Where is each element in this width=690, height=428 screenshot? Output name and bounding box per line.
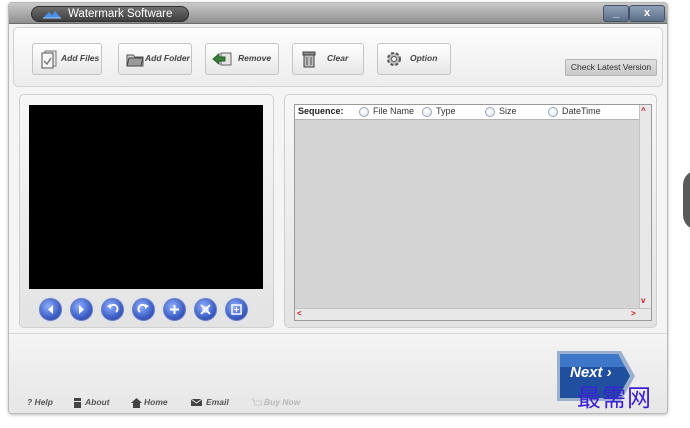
email-icon xyxy=(191,398,202,406)
logo-icon xyxy=(43,11,61,19)
rotate-right-button[interactable] xyxy=(132,298,155,321)
window-title: Watermark Software xyxy=(68,8,173,20)
sort-by-type-radio[interactable] xyxy=(422,107,432,117)
gear-icon xyxy=(387,52,401,66)
buy-now-label: Buy Now xyxy=(264,397,301,407)
close-button[interactable]: x xyxy=(629,5,665,22)
option-label: Option xyxy=(410,53,438,63)
rotate-left-button[interactable] xyxy=(101,298,124,321)
toolbar: Add Files Add Folder Remove Clear Option… xyxy=(13,27,663,87)
minimize-button[interactable]: _ xyxy=(603,5,629,22)
trash-icon xyxy=(302,51,316,68)
side-circle xyxy=(683,170,690,230)
sequence-bar: Sequence: File Name Type Size DateTime xyxy=(295,105,639,120)
sort-by-size-radio[interactable] xyxy=(485,107,495,117)
watermark-text: 最需网 xyxy=(577,384,652,412)
preview-panel xyxy=(19,94,274,328)
footer: Next › ? Help About Home Email Buy Now xyxy=(9,333,667,413)
remove-button[interactable]: Remove xyxy=(205,43,279,75)
next-image-button[interactable] xyxy=(70,298,93,321)
rotate-right-icon xyxy=(137,303,149,313)
email-link[interactable]: Email xyxy=(191,397,235,409)
buy-now-link[interactable]: Buy Now xyxy=(251,397,301,409)
about-link[interactable]: About xyxy=(73,397,119,409)
file-list[interactable]: Sequence: File Name Type Size DateTime ^… xyxy=(294,104,652,321)
rotate-left-icon xyxy=(107,303,119,313)
email-label: Email xyxy=(206,397,229,407)
file-list-panel: Sequence: File Name Type Size DateTime ^… xyxy=(284,94,657,328)
about-icon xyxy=(74,398,81,408)
title-bar[interactable]: Watermark Software _ x xyxy=(9,3,667,24)
sequence-label: Sequence: xyxy=(298,106,344,116)
add-folder-label: Add Folder xyxy=(145,53,190,63)
preview-screen xyxy=(29,105,263,289)
sort-by-datetime-label: DateTime xyxy=(562,106,601,116)
home-icon xyxy=(131,398,142,408)
zoom-in-button[interactable] xyxy=(163,298,186,321)
previous-button[interactable] xyxy=(39,298,62,321)
scroll-down-icon[interactable]: v xyxy=(641,297,645,305)
horizontal-scrollbar[interactable]: < > xyxy=(295,308,651,320)
sort-by-file-name-label: File Name xyxy=(373,106,415,116)
arrow-left-icon xyxy=(48,305,53,314)
check-latest-version-button[interactable]: Check Latest Version xyxy=(565,59,657,76)
fit-icon xyxy=(231,304,242,315)
home-link[interactable]: Home xyxy=(131,397,175,409)
option-button[interactable]: Option xyxy=(377,43,451,75)
actual-size-icon xyxy=(200,304,211,315)
about-label: About xyxy=(85,397,110,407)
clear-button[interactable]: Clear xyxy=(292,43,364,75)
title-pill: Watermark Software xyxy=(31,6,189,22)
clear-label: Clear xyxy=(327,53,349,63)
zoom-in-icon xyxy=(170,305,179,314)
fit-button[interactable] xyxy=(225,298,248,321)
add-files-label: Add Files xyxy=(61,53,100,63)
add-folder-button[interactable]: Add Folder xyxy=(118,43,192,75)
add-file-icon xyxy=(41,50,57,69)
sort-by-datetime-radio[interactable] xyxy=(548,107,558,117)
vertical-scrollbar[interactable]: ^ v xyxy=(639,105,651,308)
help-label: ? Help xyxy=(27,397,53,407)
scroll-up-icon[interactable]: ^ xyxy=(641,107,646,115)
app-window: Watermark Software _ x Add Files Add Fol… xyxy=(8,2,668,414)
sort-by-size-label: Size xyxy=(499,106,517,116)
help-link[interactable]: ? Help xyxy=(27,397,61,409)
add-files-button[interactable]: Add Files xyxy=(32,43,102,75)
arrow-right-icon xyxy=(79,305,84,314)
buy-now-icon xyxy=(251,398,262,406)
actual-size-button[interactable] xyxy=(194,298,217,321)
remove-icon xyxy=(212,52,232,66)
sort-by-type-label: Type xyxy=(436,106,456,116)
scroll-left-icon[interactable]: < xyxy=(297,310,302,318)
scroll-right-icon[interactable]: > xyxy=(631,310,636,318)
remove-label: Remove xyxy=(238,53,272,63)
sort-by-file-name-radio[interactable] xyxy=(359,107,369,117)
add-folder-icon xyxy=(126,54,144,67)
home-label: Home xyxy=(144,397,168,407)
